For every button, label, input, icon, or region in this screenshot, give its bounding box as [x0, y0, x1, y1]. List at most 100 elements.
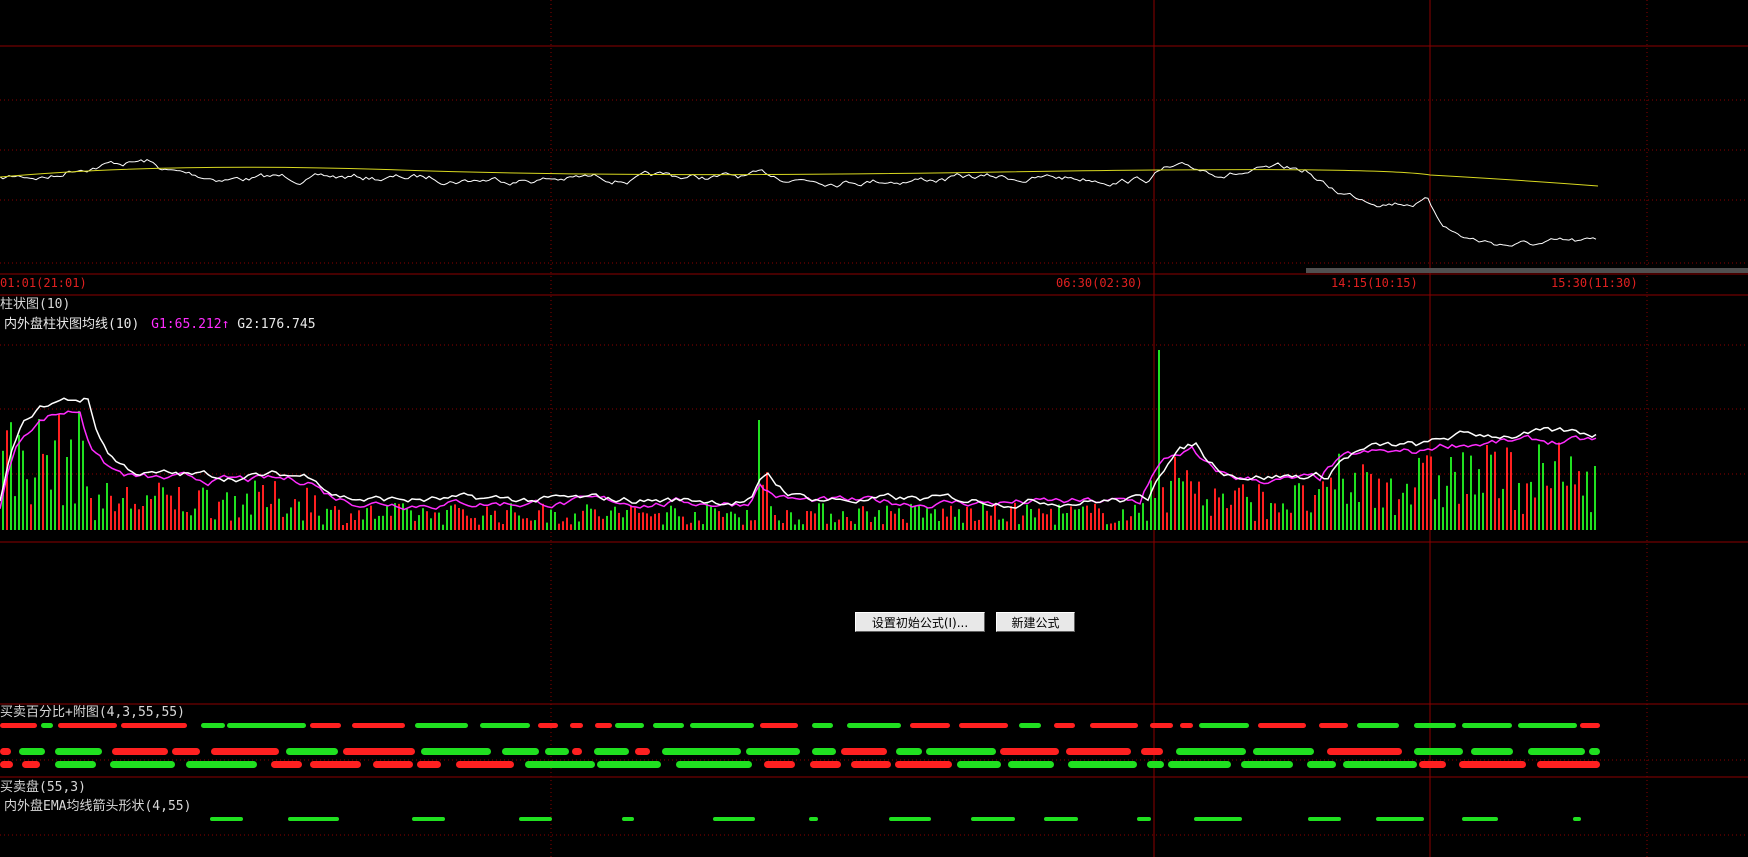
- volume-bar: [694, 512, 696, 530]
- volume-bar: [1494, 451, 1496, 530]
- volume-bar: [1010, 506, 1012, 530]
- volume-bar: [82, 440, 84, 530]
- volume-bar: [334, 506, 336, 530]
- volume-bar: [70, 439, 72, 530]
- volume-bar: [846, 517, 848, 530]
- volume-bar: [866, 511, 868, 530]
- volume-bar: [1026, 504, 1028, 530]
- arrow-segment: [538, 723, 558, 728]
- volume-bar: [1346, 503, 1348, 530]
- volume-bar: [322, 524, 324, 530]
- volume-bar: [30, 504, 32, 530]
- chart-canvas: [0, 0, 1748, 857]
- volume-bar: [670, 505, 672, 530]
- volume-bar: [994, 503, 996, 530]
- arrow-segment: [172, 748, 200, 755]
- volume-bar: [310, 512, 312, 530]
- volume-bar: [170, 495, 172, 530]
- volume-bar: [1166, 512, 1168, 530]
- volume-bar: [630, 506, 632, 530]
- arrow-segment: [373, 761, 413, 768]
- volume-bar: [302, 520, 304, 530]
- volume-bar: [58, 413, 60, 530]
- arrow-segment: [1253, 748, 1314, 755]
- volume-bar: [702, 524, 704, 530]
- volume-bar: [758, 420, 760, 530]
- volume-bar: [666, 512, 668, 530]
- arrow-segment: [1066, 748, 1131, 755]
- volume-bar: [966, 506, 968, 530]
- price-panel-series: [0, 159, 1599, 247]
- arrow-segment: [1141, 748, 1163, 755]
- volume-bar: [1530, 481, 1532, 530]
- volume-bar: [22, 450, 24, 530]
- set-initial-formula-button[interactable]: 设置初始公式(I)...: [855, 612, 985, 632]
- arrow-segment: [895, 761, 952, 768]
- volume-bar: [770, 506, 772, 530]
- volume-bar: [18, 435, 20, 530]
- new-formula-button[interactable]: 新建公式(N): [996, 612, 1075, 650]
- volume-bar: [1002, 518, 1004, 530]
- volume-bar: [1090, 512, 1092, 530]
- volume-bar: [1350, 492, 1352, 530]
- volume-bar: [114, 511, 116, 530]
- volume-bar: [462, 509, 464, 530]
- volume-bar: [1374, 507, 1376, 530]
- volume-bar: [494, 510, 496, 530]
- volume-bar: [206, 489, 208, 530]
- volume-bar: [110, 495, 112, 530]
- volume-bar: [1134, 504, 1136, 530]
- volume-bar: [154, 495, 156, 530]
- volume-bar: [1430, 456, 1432, 530]
- volume-bar: [534, 520, 536, 530]
- volume-bar: [826, 523, 828, 530]
- volume-legend-name: 内外盘柱状图均线(10): [4, 317, 140, 332]
- volume-bar: [386, 505, 388, 530]
- arrow-segment: [1414, 748, 1463, 755]
- volume-bar: [526, 518, 528, 530]
- volume-bar: [1014, 502, 1016, 530]
- buysell-arrow-segment: [889, 817, 931, 821]
- volume-bar: [98, 494, 100, 530]
- volume-bar: [510, 503, 512, 530]
- volume-bar: [862, 506, 864, 530]
- arrow-segment: [415, 723, 468, 728]
- volume-bar: [1174, 456, 1176, 530]
- arrow-segment: [525, 761, 595, 768]
- arrow-segment: [1419, 761, 1446, 768]
- volume-bar: [1594, 466, 1596, 530]
- volume-bar: [350, 513, 352, 530]
- volume-bar: [1110, 523, 1112, 530]
- volume-bar: [242, 504, 244, 530]
- arrow-segment: [1327, 748, 1402, 755]
- volume-avg-line-g1: [0, 410, 1597, 511]
- volume-bar: [1482, 492, 1484, 530]
- volume-bar: [314, 495, 316, 530]
- arrow-segment: [343, 748, 415, 755]
- volume-bar: [318, 515, 320, 530]
- volume-bar: [706, 503, 708, 530]
- volume-bar: [26, 479, 28, 530]
- volume-bar: [734, 513, 736, 530]
- volume-bar: [1546, 485, 1548, 530]
- volume-bar: [1130, 516, 1132, 530]
- arrow-segment: [55, 748, 102, 755]
- volume-bar: [478, 524, 480, 530]
- volume-bar: [470, 518, 472, 530]
- arrow-segment: [1000, 748, 1059, 755]
- volume-bar: [46, 455, 48, 530]
- volume-bar: [1150, 480, 1152, 530]
- volume-bar: [738, 517, 740, 530]
- volume-bar: [270, 503, 272, 530]
- volume-bar: [698, 520, 700, 530]
- volume-bar: [714, 508, 716, 530]
- volume-bar: [202, 487, 204, 530]
- volume-bar: [1054, 524, 1056, 530]
- volume-bar: [1286, 509, 1288, 530]
- volume-bar: [562, 521, 564, 530]
- arrow-segment: [1258, 723, 1306, 728]
- arrow-segment: [812, 748, 836, 755]
- volume-bar: [294, 499, 296, 530]
- volume-bar: [38, 419, 40, 530]
- volume-bar: [1574, 484, 1576, 530]
